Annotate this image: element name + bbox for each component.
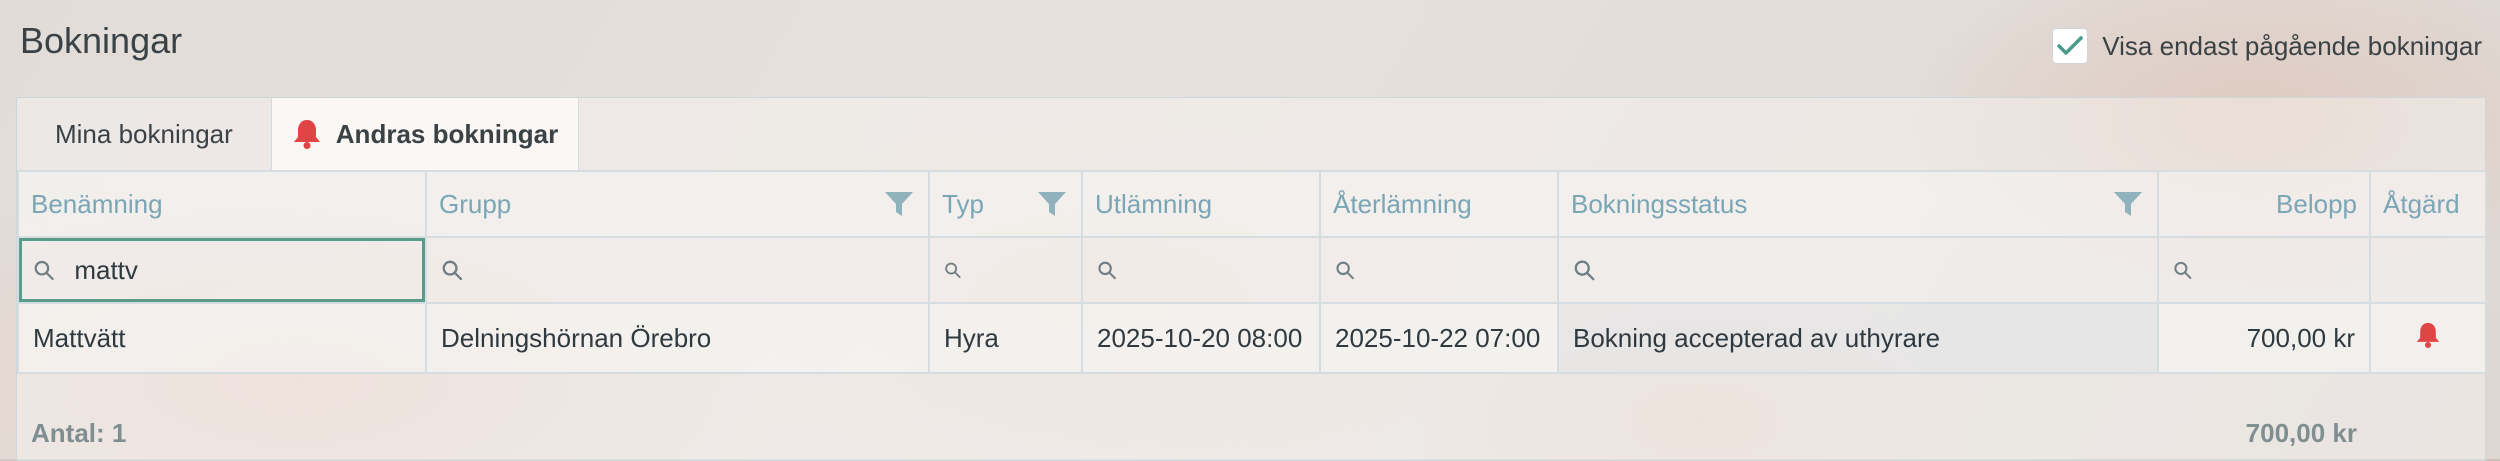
cell-pickup: 2025-10-20 08:00 bbox=[1081, 302, 1321, 374]
search-icon bbox=[1336, 261, 1354, 280]
checkmark-icon bbox=[2057, 36, 2084, 55]
group-search-input[interactable] bbox=[480, 253, 928, 287]
bookings-table: Benämning Grupp Typ Utlämning Återlämnin… bbox=[17, 170, 2487, 374]
return-search-input[interactable] bbox=[1372, 253, 1557, 287]
column-header-status[interactable]: Bokningsstatus bbox=[1557, 170, 2159, 238]
column-header-action: Åtgärd bbox=[2369, 170, 2487, 238]
cell-group: Delningshörnan Örebro bbox=[425, 302, 930, 374]
column-header-pickup[interactable]: Utlämning bbox=[1081, 170, 1321, 238]
ongoing-only-checkbox[interactable] bbox=[2052, 28, 2089, 64]
bell-icon bbox=[293, 120, 320, 149]
search-icon bbox=[945, 262, 961, 279]
action-search-cell bbox=[2369, 236, 2487, 304]
tab-label: Andras bokningar bbox=[335, 118, 559, 149]
amount-search-field[interactable] bbox=[2159, 238, 2369, 302]
name-search-field[interactable] bbox=[19, 238, 425, 302]
column-header-name[interactable]: Benämning bbox=[17, 170, 427, 238]
table-row[interactable]: Mattvätt Delningshörnan Örebro Hyra 2025… bbox=[17, 302, 2487, 374]
pickup-search-field[interactable] bbox=[1083, 238, 1319, 302]
header-row: Benämning Grupp Typ Utlämning Återlämnin… bbox=[17, 170, 2487, 238]
cell-type: Hyra bbox=[928, 302, 1083, 374]
tab-bar: Mina bokningar Andras bokningar bbox=[17, 98, 580, 170]
return-search-field[interactable] bbox=[1321, 238, 1557, 302]
search-row bbox=[17, 236, 2487, 304]
cell-return: 2025-10-22 07:00 bbox=[1319, 302, 1559, 374]
page-title: Bokningar bbox=[20, 20, 183, 61]
tab-my-bookings[interactable]: Mina bokningar bbox=[17, 98, 271, 170]
bell-icon[interactable] bbox=[2415, 321, 2441, 349]
type-search-input[interactable] bbox=[979, 253, 1081, 287]
ongoing-only-toggle[interactable]: Visa endast pågående bokningar bbox=[2052, 28, 2482, 64]
pickup-search-input[interactable] bbox=[1134, 253, 1319, 287]
cell-amount: 700,00 kr bbox=[2157, 302, 2371, 374]
ongoing-only-label: Visa endast pågående bokningar bbox=[2102, 30, 2482, 61]
column-header-return[interactable]: Återlämning bbox=[1319, 170, 1559, 238]
column-header-type[interactable]: Typ bbox=[928, 170, 1083, 238]
filter-icon[interactable] bbox=[2113, 190, 2143, 218]
search-icon bbox=[442, 260, 463, 281]
cell-name: Mattvätt bbox=[17, 302, 427, 374]
search-icon bbox=[2174, 261, 2192, 279]
status-search-input[interactable] bbox=[1613, 253, 2157, 287]
search-icon bbox=[34, 260, 54, 281]
search-icon bbox=[1574, 260, 1595, 281]
group-search-field[interactable] bbox=[427, 238, 928, 302]
filter-icon[interactable] bbox=[884, 190, 914, 218]
row-count: Antal: 1 bbox=[31, 417, 127, 448]
filter-icon[interactable] bbox=[1037, 190, 1067, 218]
name-search-input[interactable] bbox=[72, 253, 425, 287]
amount-total: 700,00 kr bbox=[2245, 417, 2357, 448]
amount-search-input[interactable] bbox=[2209, 253, 2369, 287]
search-icon bbox=[1098, 261, 1116, 280]
cell-status: Bokning accepterad av uthyrare bbox=[1557, 302, 2159, 374]
type-search-field[interactable] bbox=[930, 238, 1081, 302]
table-footer: Antal: 1 700,00 kr bbox=[17, 406, 2485, 460]
cell-action bbox=[2369, 302, 2487, 374]
bookings-panel: Mina bokningar Andras bokningar Benämnin… bbox=[16, 97, 2487, 461]
column-header-amount[interactable]: Belopp bbox=[2157, 170, 2371, 238]
column-header-group[interactable]: Grupp bbox=[425, 170, 930, 238]
tab-others-bookings[interactable]: Andras bokningar bbox=[270, 98, 580, 170]
status-search-field[interactable] bbox=[1559, 238, 2157, 302]
tab-label: Mina bokningar bbox=[55, 118, 233, 149]
